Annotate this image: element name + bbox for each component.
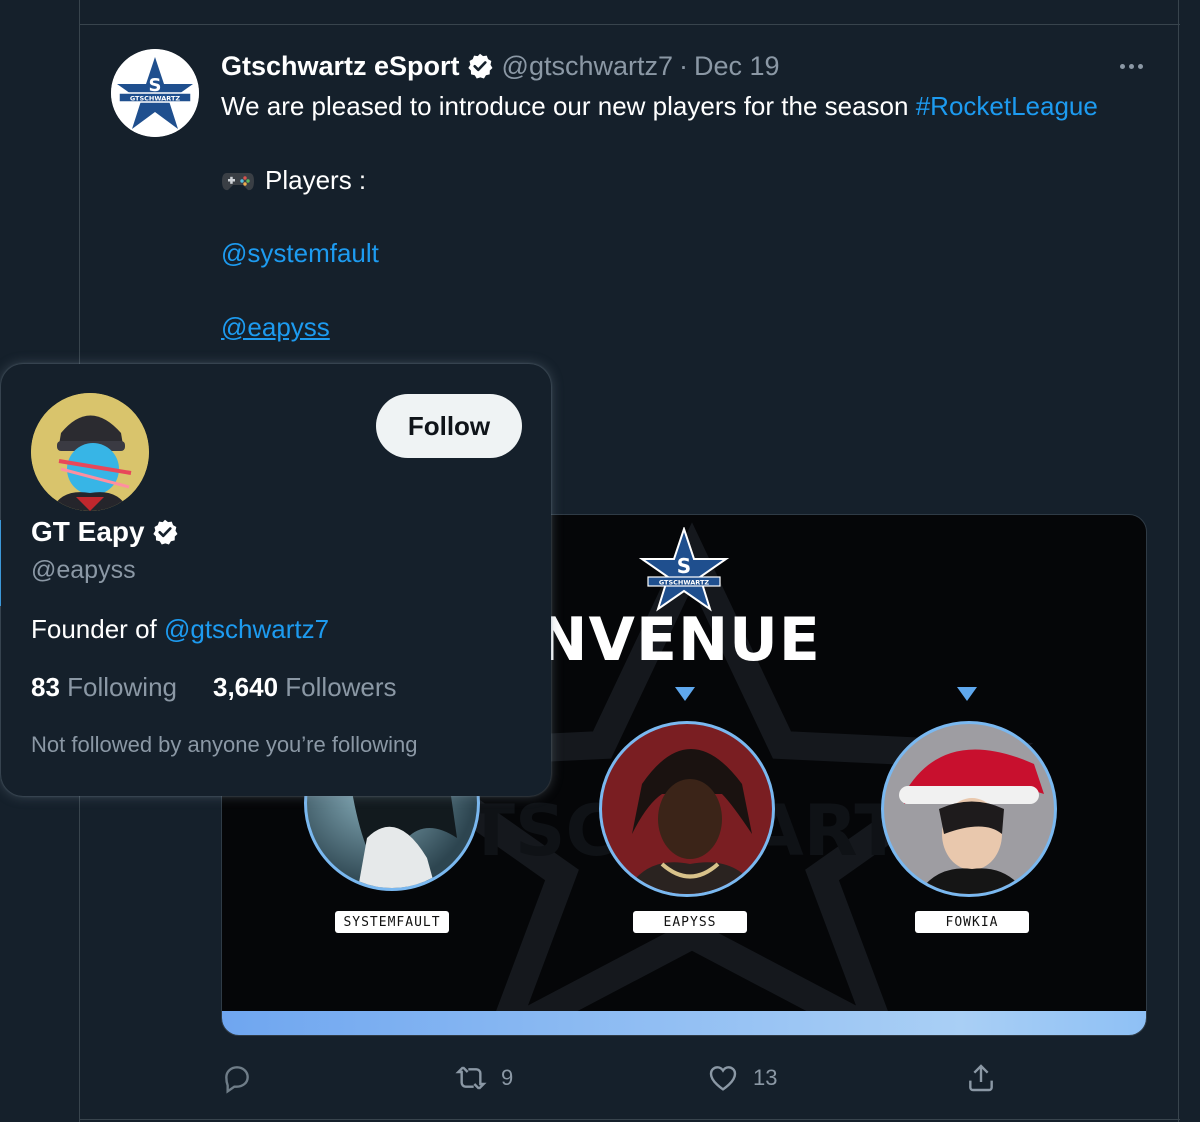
eapy-avatar-image bbox=[31, 393, 149, 511]
divider bbox=[80, 24, 1180, 25]
following-count: 83 bbox=[31, 672, 60, 702]
tweet-actions: 9 13 bbox=[221, 1058, 1021, 1098]
svg-text:GTSCHWARTZ: GTSCHWARTZ bbox=[659, 579, 710, 587]
retweet-count: 9 bbox=[501, 1065, 514, 1090]
tweet-text: We are pleased to introduce our new play… bbox=[221, 88, 1161, 345]
share-icon bbox=[969, 1064, 993, 1092]
player-avatar-eapyss bbox=[599, 721, 775, 897]
media-bottom-bar bbox=[222, 1011, 1146, 1035]
followers-stat[interactable]: 3,640 Followers bbox=[213, 672, 397, 703]
bio-text: Founder of bbox=[31, 614, 164, 644]
more-options-icon[interactable] bbox=[1113, 52, 1149, 80]
player-name-tag: EAPYSS bbox=[633, 911, 747, 933]
mutual-followers-note: Not followed by anyone you’re following bbox=[31, 732, 418, 757]
reply-button[interactable] bbox=[221, 1058, 267, 1098]
heart-icon bbox=[709, 1066, 737, 1091]
profile-name-row: GT Eapy bbox=[31, 516, 179, 548]
separator-dot: · bbox=[679, 50, 689, 81]
divider bbox=[1178, 0, 1179, 1122]
gtschwartz-logo-icon: GTSCHWARTZ S bbox=[638, 527, 730, 612]
game-controller-icon bbox=[222, 172, 254, 190]
share-button[interactable] bbox=[965, 1058, 997, 1098]
tweet-intro-text: We are pleased to introduce our new play… bbox=[221, 91, 916, 121]
svg-text:S: S bbox=[677, 554, 691, 578]
retweet-icon bbox=[455, 1066, 487, 1090]
profile-stats: 83 Following 3,640 Followers bbox=[31, 672, 397, 703]
tweet-header: Gtschwartz eSport @gtschwartz7 · Dec 19 bbox=[221, 48, 780, 84]
followers-count: 3,640 bbox=[212, 672, 279, 702]
author-handle[interactable]: @gtschwartz7 bbox=[502, 51, 673, 82]
arrow-down-icon bbox=[675, 687, 695, 701]
author-name[interactable]: Gtschwartz eSport bbox=[221, 51, 460, 82]
verified-badge-icon bbox=[152, 519, 178, 545]
arrow-down-icon bbox=[957, 687, 977, 701]
gtschwartz-logo-icon: GTSCHWARTZ S bbox=[111, 49, 199, 137]
mention-systemfault[interactable]: @systemfault bbox=[221, 238, 379, 268]
followers-label: Followers bbox=[285, 672, 397, 702]
retweet-button[interactable]: 9 bbox=[455, 1058, 513, 1098]
svg-text:S: S bbox=[149, 75, 162, 96]
players-label: Players : bbox=[265, 164, 367, 195]
reply-icon bbox=[225, 1066, 249, 1094]
like-button[interactable]: 13 bbox=[707, 1058, 777, 1098]
mention-eapyss[interactable]: @eapyss bbox=[221, 312, 330, 342]
profile-hover-card: Follow GT Eapy @eapyss Founder of @gtsch… bbox=[1, 364, 551, 796]
like-count: 13 bbox=[753, 1065, 778, 1090]
follow-button[interactable]: Follow bbox=[376, 394, 522, 458]
player-name-tag: FOWKIA bbox=[915, 911, 1029, 933]
tweet-date[interactable]: Dec 19 bbox=[694, 51, 780, 82]
player-name-tag: SYSTEMFAULT bbox=[335, 911, 449, 933]
following-stat[interactable]: 83 Following bbox=[31, 672, 177, 703]
profile-bio: Founder of @gtschwartz7 bbox=[31, 614, 329, 645]
profile-handle[interactable]: @eapyss bbox=[31, 556, 136, 585]
following-label: Following bbox=[67, 672, 177, 702]
hashtag-link[interactable]: #RocketLeague bbox=[916, 91, 1098, 121]
verified-badge-icon bbox=[467, 53, 493, 79]
bio-mention-link[interactable]: @gtschwartz7 bbox=[164, 614, 329, 644]
profile-name[interactable]: GT Eapy bbox=[31, 516, 145, 548]
player-avatar-fowkia bbox=[881, 721, 1057, 897]
divider bbox=[80, 1119, 1180, 1120]
author-avatar[interactable]: GTSCHWARTZ S bbox=[111, 49, 199, 137]
profile-avatar[interactable] bbox=[31, 393, 149, 511]
